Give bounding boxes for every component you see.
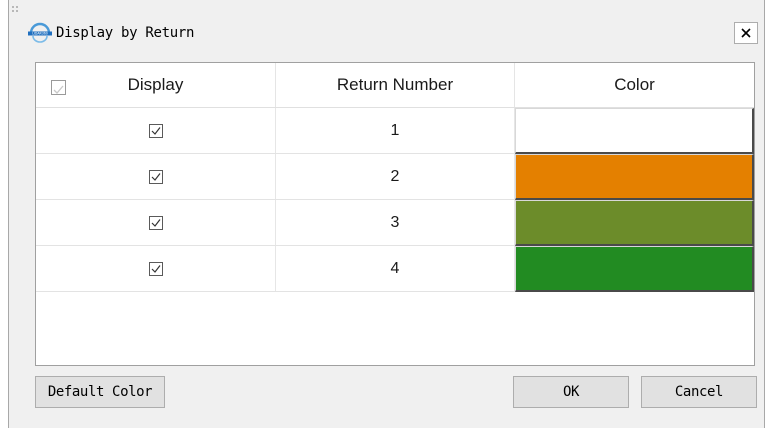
display-cell [36, 246, 276, 292]
return-number-cell: 2 [276, 154, 515, 200]
ok-button[interactable]: OK [513, 376, 629, 408]
default-color-button[interactable]: Default Color [35, 376, 165, 408]
color-swatch-button[interactable] [515, 108, 754, 154]
header-color: Color [614, 75, 655, 94]
return-table: Display Return Number Color 1 2 3 4 [35, 62, 755, 366]
header-display-cell[interactable]: Display [36, 63, 276, 107]
cancel-button[interactable]: Cancel [641, 376, 757, 408]
display-cell [36, 200, 276, 246]
color-swatch-button[interactable] [515, 200, 754, 246]
dialog-title: Display by Return [56, 25, 195, 41]
drag-grip-icon[interactable] [12, 6, 22, 16]
display-checkbox[interactable] [148, 170, 163, 184]
header-display-label: Display [127, 75, 184, 94]
color-swatch-button[interactable] [515, 246, 754, 292]
table-row: 2 [36, 154, 754, 200]
display-checkbox[interactable] [148, 262, 163, 276]
row-divider [36, 291, 515, 292]
checkmark-icon [151, 265, 160, 273]
header-select-all-checkbox[interactable] [51, 80, 66, 95]
checkmark-icon [151, 127, 160, 135]
table-row: 1 [36, 108, 754, 154]
table-row: 4 [36, 246, 754, 292]
return-number-cell: 3 [276, 200, 515, 246]
display-checkbox[interactable] [148, 124, 163, 138]
return-number-cell: 1 [276, 108, 515, 154]
lidar360-logo-icon: LIDAR360 [27, 22, 53, 44]
color-swatch-button[interactable] [515, 154, 754, 200]
checkmark-icon [53, 85, 64, 94]
close-button[interactable] [734, 22, 758, 44]
display-cell [36, 154, 276, 200]
display-checkbox[interactable] [148, 216, 163, 230]
display-by-return-dialog: LIDAR360 Display by Return Display Retur… [8, 0, 765, 428]
table-row: 3 [36, 200, 754, 246]
display-cell [36, 108, 276, 154]
checkmark-icon [151, 173, 160, 181]
title-bar[interactable]: LIDAR360 Display by Return [9, 0, 764, 62]
checkmark-icon [151, 219, 160, 227]
close-icon [741, 28, 751, 38]
header-return-number: Return Number [276, 63, 515, 107]
logo-text: LIDAR360 [32, 32, 48, 36]
return-number-cell: 4 [276, 246, 515, 292]
